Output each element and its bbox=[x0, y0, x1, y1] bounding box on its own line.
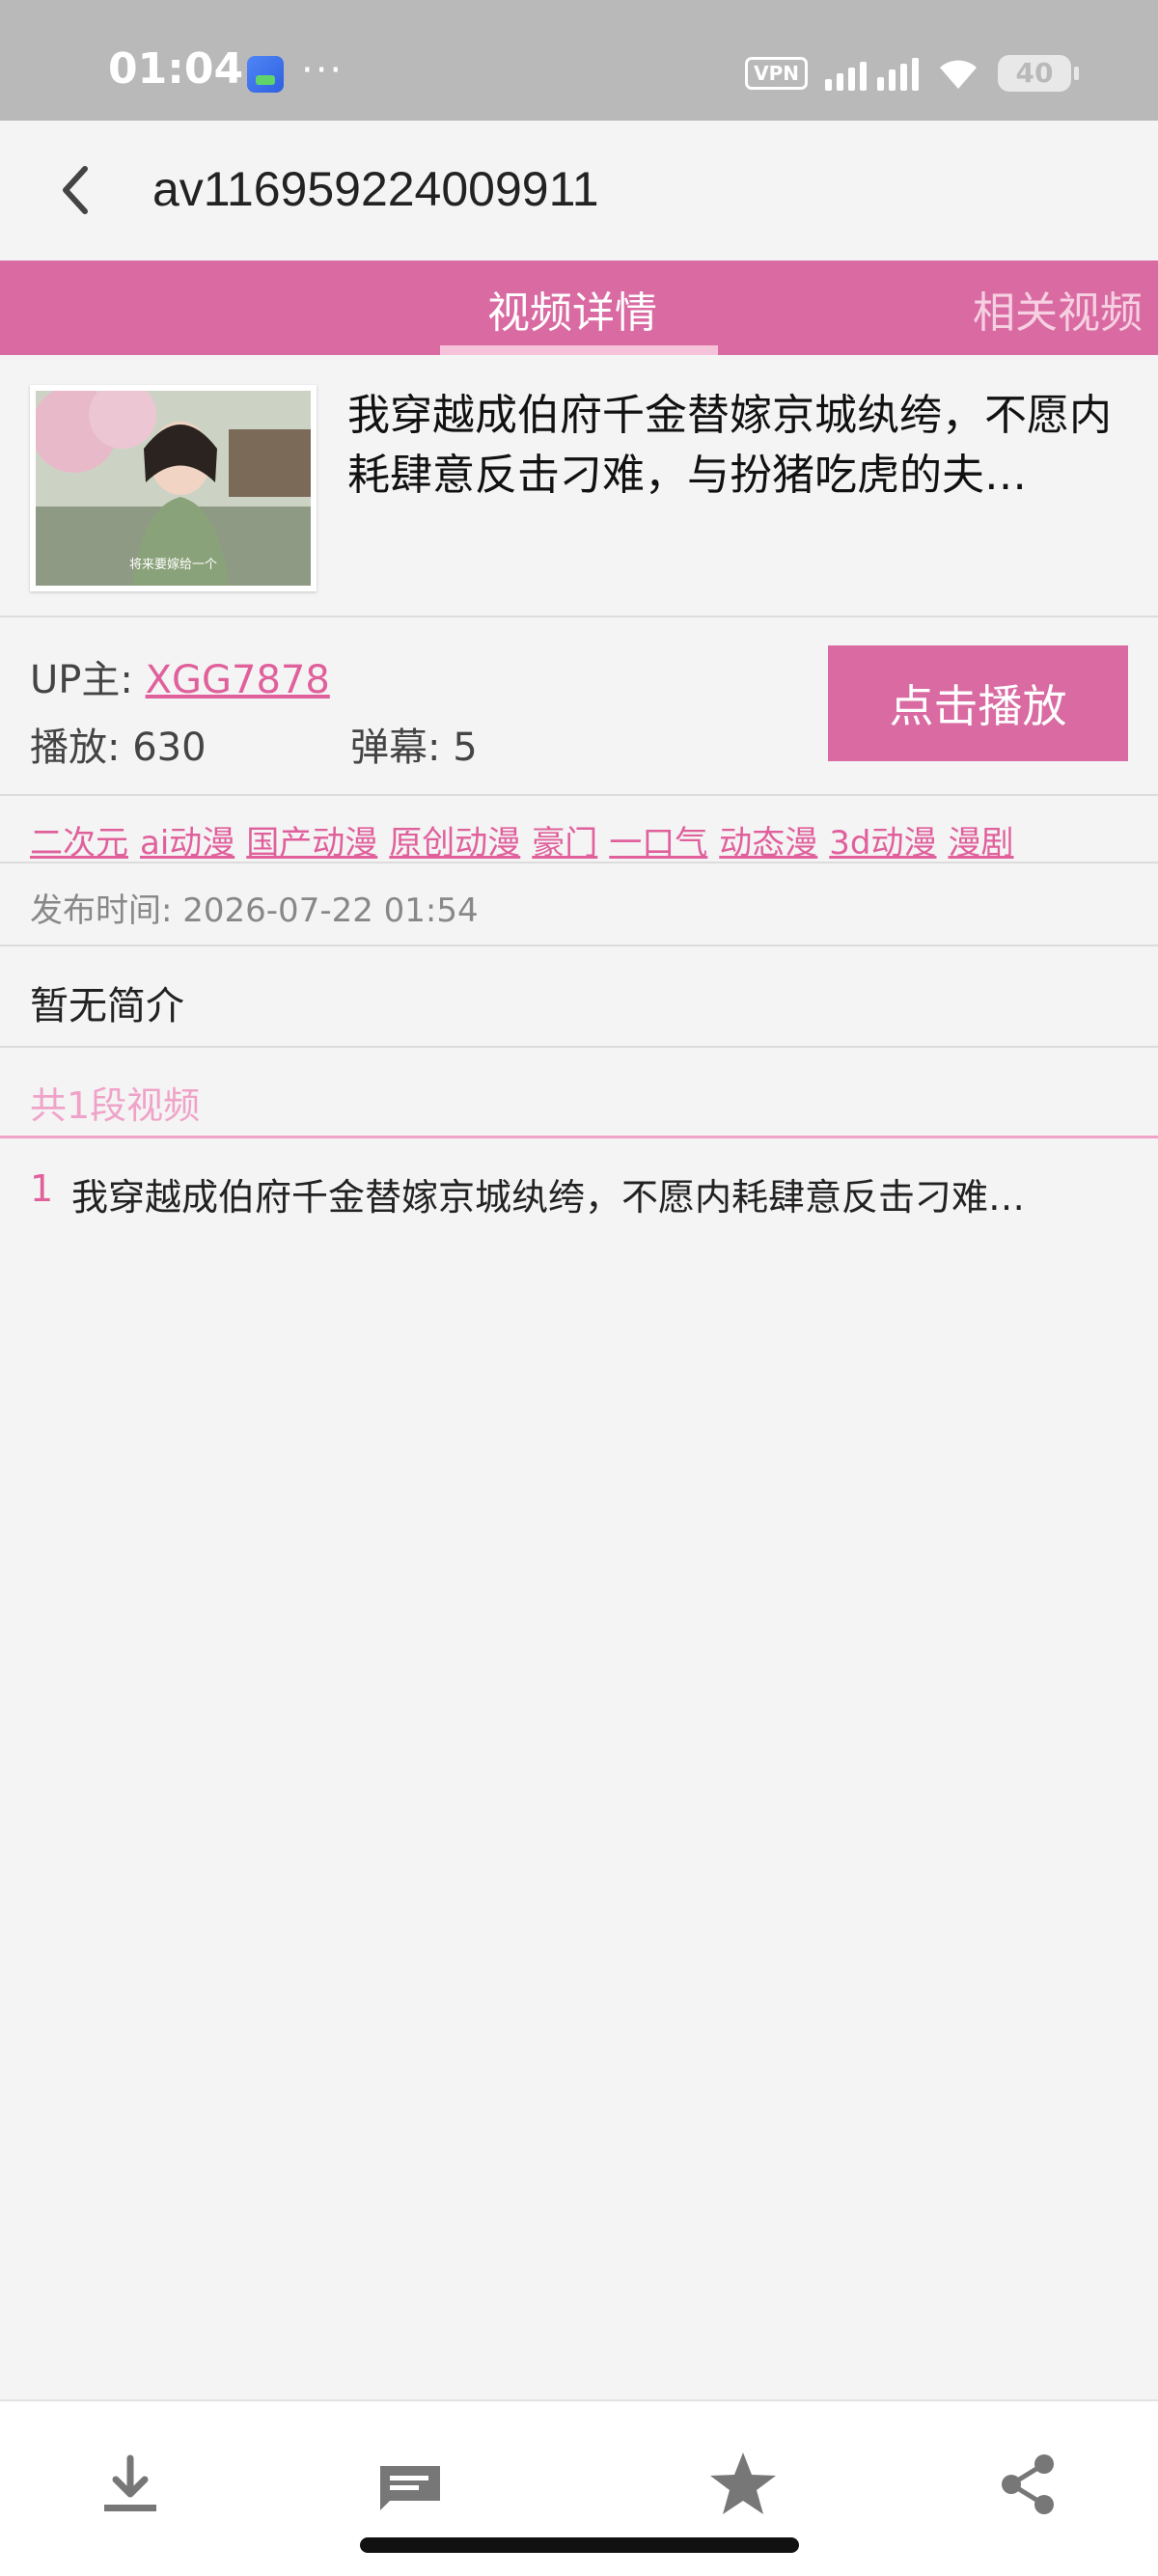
segment-count: 共1段视频 bbox=[30, 1084, 201, 1127]
app-header: av116959224009911 bbox=[0, 121, 1158, 260]
thumbnail-caption: 将来要嫁给一个 bbox=[128, 558, 217, 572]
divider bbox=[0, 945, 1158, 946]
comment-button[interactable] bbox=[362, 2436, 458, 2533]
play-count: 播放: 630 bbox=[30, 726, 207, 770]
download-button[interactable] bbox=[82, 2436, 179, 2533]
tab-bar: 视频详情 相关视频 bbox=[0, 260, 1158, 355]
battery-icon: 40 bbox=[998, 55, 1079, 92]
star-icon bbox=[710, 2453, 776, 2514]
segment-list-item[interactable]: 1 我穿越成伯府千金替嫁京城纨绔，不愿内耗肆意反击刁难… bbox=[0, 1158, 1158, 1225]
page-title: av116959224009911 bbox=[152, 162, 599, 216]
tag-link[interactable]: ai动漫 bbox=[140, 816, 234, 863]
signal-icon bbox=[825, 56, 919, 91]
thumbnail-image: 将来要嫁给一个 bbox=[36, 391, 311, 586]
uploader-link[interactable]: XGG7878 bbox=[146, 658, 330, 702]
wifi-icon bbox=[936, 56, 980, 91]
uploader-label: UP主: bbox=[30, 658, 146, 702]
status-bar: 01:04 ··· VPN 40 bbox=[0, 0, 1158, 121]
tag-list: 二次元 ai动漫 国产动漫 原创动漫 豪门 一口气 动态漫 3d动漫 漫剧 bbox=[30, 816, 1014, 863]
tab-related-videos[interactable]: 相关视频 bbox=[973, 278, 1143, 340]
video-info: 将来要嫁给一个 我穿越成伯府千金替嫁京城纨绔，不愿内耗肆意反击刁难，与扮猪吃虎的… bbox=[0, 355, 1158, 616]
status-indicators: VPN 40 bbox=[745, 52, 1079, 95]
divider bbox=[0, 1046, 1158, 1048]
tag-link[interactable]: 3d动漫 bbox=[829, 816, 936, 863]
tag-link[interactable]: 动态漫 bbox=[719, 816, 817, 863]
comment-icon bbox=[380, 2466, 440, 2510]
share-button[interactable] bbox=[979, 2436, 1076, 2533]
video-description: 暂无简介 bbox=[30, 984, 184, 1028]
segment-divider bbox=[0, 1136, 1158, 1138]
tag-link[interactable]: 国产动漫 bbox=[246, 816, 377, 863]
video-title: 我穿越成伯府千金替嫁京城纨绔，不愿内耗肆意反击刁难，与扮猪吃虎的夫… bbox=[347, 391, 1112, 500]
tag-link[interactable]: 二次元 bbox=[30, 816, 128, 863]
tag-link[interactable]: 一口气 bbox=[609, 816, 707, 863]
active-tab-indicator bbox=[440, 345, 718, 355]
publish-time: 发布时间: 2026-07-22 01:54 bbox=[30, 891, 479, 930]
play-button[interactable]: 点击播放 bbox=[828, 645, 1128, 761]
segment-title: 我穿越成伯府千金替嫁京城纨绔，不愿内耗肆意反击刁难… bbox=[71, 1176, 1026, 1219]
status-time: 01:04 bbox=[108, 44, 244, 94]
tab-video-details[interactable]: 视频详情 bbox=[487, 278, 657, 340]
chevron-left-icon bbox=[63, 166, 88, 214]
segment-index: 1 bbox=[30, 1167, 54, 1210]
share-icon bbox=[1002, 2454, 1054, 2514]
vpn-icon: VPN bbox=[745, 57, 808, 90]
uploader-line: UP主: XGG7878 bbox=[30, 648, 330, 704]
tag-link[interactable]: 原创动漫 bbox=[389, 816, 520, 863]
app-notification-icon bbox=[247, 56, 284, 93]
divider bbox=[0, 862, 1158, 863]
favorite-button[interactable] bbox=[695, 2436, 791, 2533]
download-icon bbox=[104, 2454, 156, 2511]
divider bbox=[0, 616, 1158, 617]
more-notifications-icon: ··· bbox=[301, 48, 345, 93]
tag-link[interactable]: 漫剧 bbox=[949, 816, 1014, 863]
danmaku-count: 弹幕: 5 bbox=[350, 726, 478, 770]
app-root: 01:04 ··· VPN 40 av116959224009911 视频详情 … bbox=[0, 0, 1158, 2576]
home-indicator[interactable] bbox=[360, 2537, 799, 2553]
divider bbox=[0, 794, 1158, 796]
back-button[interactable] bbox=[46, 159, 104, 221]
tag-link[interactable]: 豪门 bbox=[532, 816, 597, 863]
video-thumbnail[interactable]: 将来要嫁给一个 bbox=[30, 385, 317, 591]
